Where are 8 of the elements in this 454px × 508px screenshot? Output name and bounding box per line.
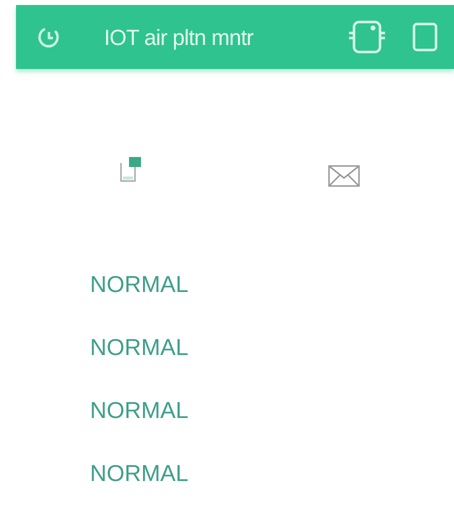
status-value: NORMAL: [90, 397, 188, 424]
status-value: NORMAL: [90, 334, 188, 361]
status-value: NORMAL: [90, 271, 188, 298]
status-value: NORMAL: [90, 460, 188, 487]
chip-icon[interactable]: [348, 19, 386, 55]
mail-icon[interactable]: [328, 165, 360, 187]
app-title: IOT air pltn mntr: [104, 24, 254, 52]
square-icon[interactable]: [412, 22, 438, 52]
